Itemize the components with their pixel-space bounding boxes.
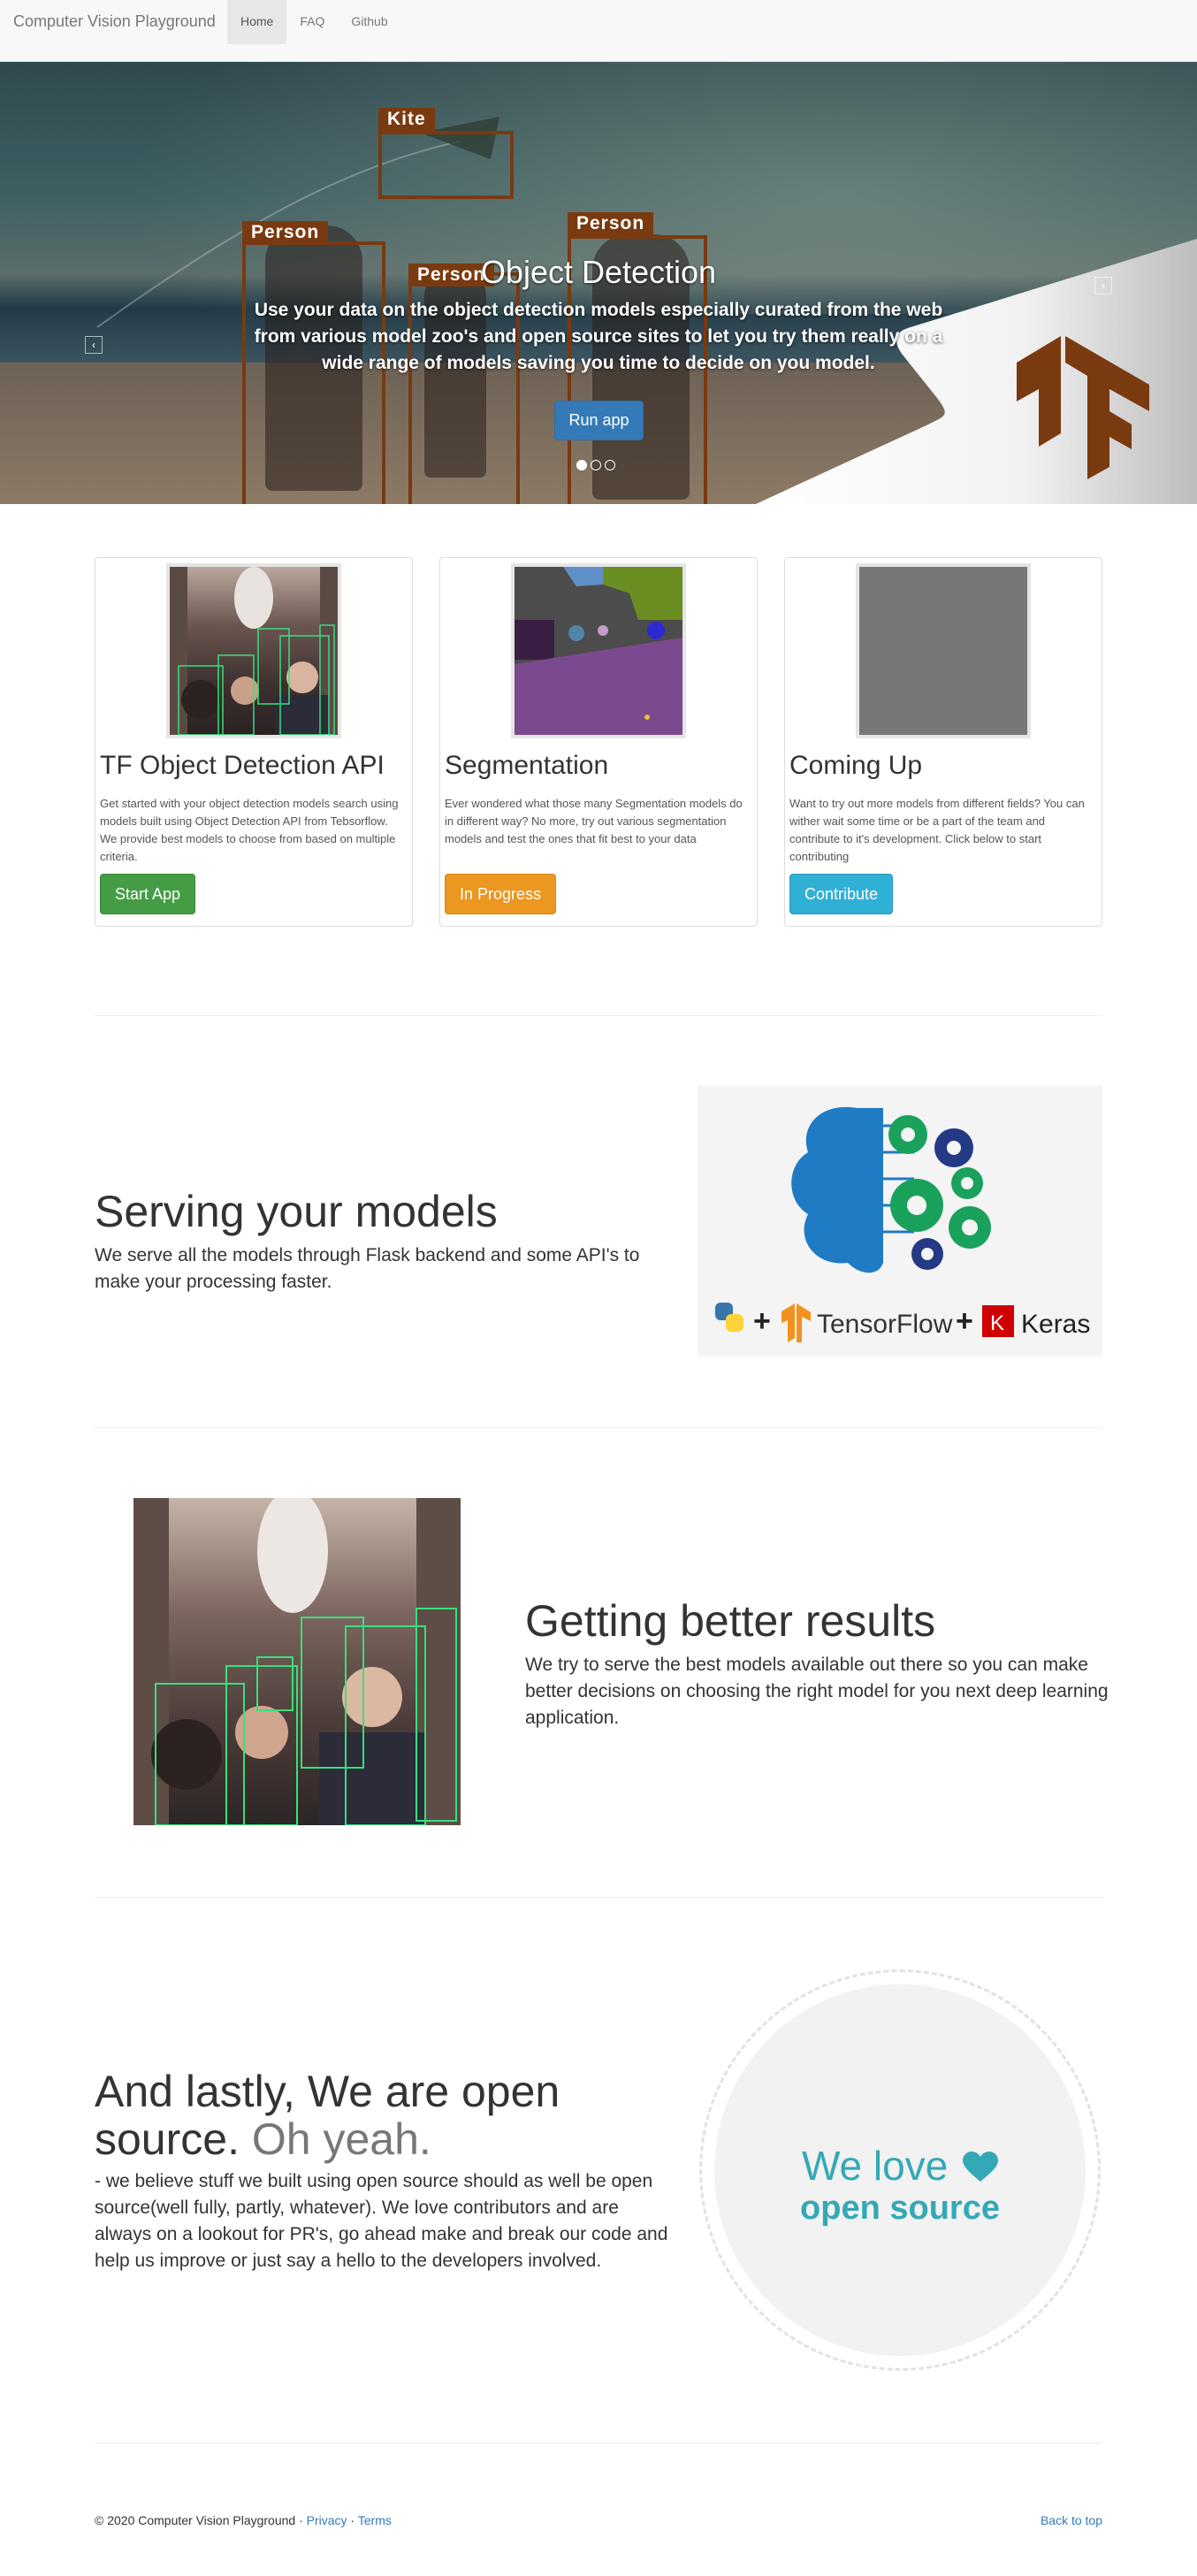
- python-icon: [715, 1303, 743, 1332]
- card-text: Want to try out more models from differe…: [789, 797, 1085, 863]
- card-title: Segmentation: [445, 751, 609, 780]
- nav-item-home[interactable]: Home: [227, 0, 287, 44]
- card-segmentation: Segmentation Ever wondered what those ma…: [439, 557, 758, 927]
- navbar-brand[interactable]: Computer Vision Playground: [13, 0, 216, 44]
- hero-caption: Object Detection Use your data on the ob…: [239, 255, 958, 377]
- feature-heading-muted: Oh yeah.: [251, 2114, 431, 2164]
- section-divider: [95, 1015, 1102, 1016]
- card-coming-up: Coming Up Want to try out more models fr…: [784, 557, 1102, 927]
- segmentation-thumbnail: [511, 563, 686, 738]
- keras-icon: K: [982, 1305, 1014, 1337]
- in-progress-button[interactable]: In Progress: [445, 874, 557, 914]
- heart-icon: [963, 2152, 999, 2182]
- nav-item-github[interactable]: Github: [338, 0, 400, 44]
- badge-line-2: open source: [800, 2190, 1000, 2227]
- carousel-indicator-1[interactable]: [576, 460, 587, 470]
- tensorflow-wordmark: TensorFlow: [817, 1310, 953, 1339]
- card-title: Coming Up: [789, 751, 923, 780]
- tensorflow-small-icon: [781, 1303, 811, 1342]
- card-title: TF Object Detection API: [100, 751, 385, 780]
- feature-text-open-source: - we believe stuff we built using open s…: [95, 2171, 668, 2271]
- carousel-indicator-2[interactable]: [591, 460, 601, 470]
- nav-menu: Home FAQ Github: [227, 0, 401, 44]
- footer-copyright: © 2020 Computer Vision Playground ·: [95, 2513, 307, 2527]
- carousel-prev-control[interactable]: ‹: [85, 336, 103, 354]
- section-divider: [95, 2442, 1102, 2443]
- plus-sign: +: [753, 1304, 771, 1338]
- feature-heading-serving: Serving your models: [95, 1187, 498, 1236]
- carousel-indicators: [576, 460, 615, 470]
- crowd-detection-thumbnail: [166, 563, 341, 738]
- keras-wordmark: Keras: [1021, 1310, 1090, 1339]
- brain-gears-icon: + TensorFlow + K Keras: [715, 1106, 1090, 1342]
- placeholder-thumbnail: [856, 563, 1031, 738]
- card-text: Ever wondered what those many Segmentati…: [445, 797, 743, 845]
- contribute-button[interactable]: Contribute: [789, 874, 894, 914]
- carousel-next-control[interactable]: ›: [1094, 277, 1112, 294]
- open-source-badge-inner: We love open source: [714, 1984, 1086, 2356]
- card-object-detection: TF Object Detection API Get started with…: [95, 557, 413, 927]
- start-app-button[interactable]: Start App: [100, 874, 196, 914]
- footer-separator: ·: [347, 2513, 358, 2527]
- navbar: Computer Vision Playground Home FAQ Gith…: [0, 0, 1197, 62]
- hero-title: Object Detection: [480, 254, 717, 290]
- detection-boxes-icon: [170, 567, 338, 735]
- footer: © 2020 Computer Vision Playground · Priv…: [95, 2513, 1102, 2527]
- section-divider: [95, 1427, 1102, 1428]
- segmentation-map-icon: [515, 567, 682, 735]
- detection-boxes-large-icon: [133, 1498, 461, 1825]
- feature-text-results: We try to serve the best models availabl…: [525, 1655, 1109, 1728]
- run-app-button[interactable]: Run app: [554, 401, 644, 440]
- nav-item-faq[interactable]: FAQ: [286, 0, 338, 44]
- back-to-top-link[interactable]: Back to top: [1041, 2513, 1102, 2527]
- crowd-detection-image: [133, 1498, 461, 1825]
- feature-heading-results: Getting better results: [525, 1596, 936, 1646]
- feature-text-serving: We serve all the models through Flask ba…: [95, 1245, 640, 1292]
- footer-privacy-link[interactable]: Privacy: [307, 2513, 347, 2527]
- plus-sign: +: [956, 1304, 973, 1338]
- badge-line-1: We love: [714, 2142, 1086, 2190]
- open-source-badge: We love open source: [699, 1969, 1101, 2371]
- footer-terms-link[interactable]: Terms: [358, 2513, 392, 2527]
- serving-illustration: + TensorFlow + K Keras: [698, 1086, 1102, 1357]
- feature-heading-open-source: And lastly, We are open source. Oh yeah.: [95, 2068, 678, 2163]
- hero-text: Use your data on the object detection mo…: [254, 300, 943, 373]
- carousel-indicator-3[interactable]: [605, 460, 615, 470]
- svg-text:K: K: [990, 1311, 1004, 1335]
- badge-line-1-text: We love: [801, 2143, 949, 2189]
- section-divider: [95, 1897, 1102, 1898]
- card-text: Get started with your object detection m…: [100, 797, 399, 863]
